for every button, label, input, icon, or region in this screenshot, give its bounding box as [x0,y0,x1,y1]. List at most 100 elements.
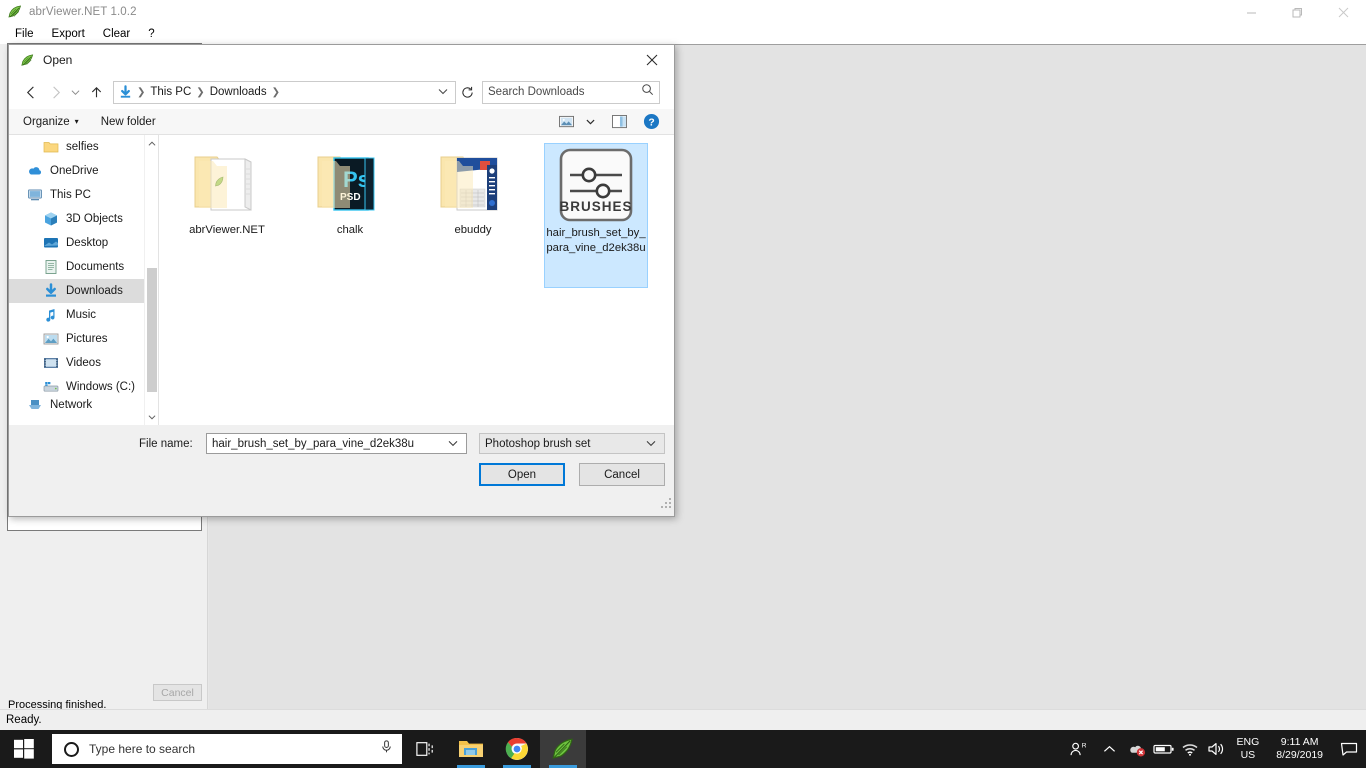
downloads-arrow-icon [43,283,59,299]
screen: abrViewer.NET 1.0.2 File Export Clear ? … [0,0,1366,768]
breadcrumb-this-pc[interactable]: This PC [147,86,194,98]
back-button[interactable] [19,80,43,104]
sidebar-item-documents[interactable]: Documents [9,255,158,279]
scrollbar-thumb[interactable] [147,268,157,392]
dialog-footer: File name: hair_brush_set_by_para_vine_d… [9,425,674,511]
chevron-up-icon[interactable] [1095,730,1125,768]
volume-icon[interactable] [1203,730,1229,768]
sidebar-item-desktop[interactable]: Desktop [9,231,158,255]
list-item[interactable]: Ps PSD chalk [298,143,402,288]
taskbar-search-input[interactable]: Type here to search [89,742,379,756]
list-item[interactable]: ebuddy [421,143,525,288]
pictures-icon [43,331,59,347]
view-options-icon[interactable] [559,115,575,129]
organize-button[interactable]: Organize ▾ [23,116,79,128]
list-item-selected[interactable]: BRUSHES hair_brush_set_by_para_vine_d2ek… [544,143,648,288]
language-indicator[interactable]: ENG US [1229,730,1268,768]
wifi-icon[interactable] [1177,730,1203,768]
abrviewer-taskbar-icon[interactable] [540,730,586,768]
downloads-arrow-icon [118,84,133,100]
task-view-icon[interactable] [402,730,448,768]
chevron-down-icon[interactable] [433,86,453,98]
help-icon[interactable]: ? [643,113,660,130]
preview-pane-icon[interactable] [612,114,627,129]
battery-icon[interactable] [1151,730,1177,768]
sidebar-item-onedrive[interactable]: OneDrive [9,159,158,183]
brushes-thumb-text: BRUSHES [559,199,632,214]
svg-text:R: R [1082,742,1086,749]
scroll-up-arrow[interactable] [145,135,158,152]
people-icon[interactable]: R [1061,730,1095,768]
file-name-value: hair_brush_set_by_para_vine_d2ek38u [212,437,415,450]
resize-grip[interactable] [659,496,671,508]
search-box[interactable]: Search Downloads [482,80,660,104]
desktop-icon [43,235,59,251]
chrome-icon[interactable] [494,730,540,768]
menu-clear[interactable]: Clear [94,26,139,42]
language-line-1: ENG [1236,736,1260,748]
sidebar-item-music[interactable]: Music [9,303,158,327]
music-note-icon [43,307,59,323]
search-input[interactable]: Search Downloads [488,86,641,98]
new-folder-button[interactable]: New folder [101,116,156,128]
file-name-input[interactable]: hair_brush_set_by_para_vine_d2ek38u [206,433,467,454]
minimize-button[interactable] [1228,0,1274,24]
leaf-brush-icon [7,4,23,20]
file-explorer-icon[interactable] [448,730,494,768]
scroll-down-arrow[interactable] [145,408,158,425]
forward-button[interactable] [43,80,67,104]
svg-text:?: ? [648,117,654,128]
close-button[interactable] [1320,0,1366,24]
sidebar-item-selfies[interactable]: selfies [9,135,158,159]
clock[interactable]: 9:11 AM 8/29/2019 [1267,730,1332,768]
menu-export[interactable]: Export [43,26,94,42]
open-button[interactable]: Open [479,463,565,486]
navigation-scrollbar[interactable] [144,135,158,425]
windows-logo-icon[interactable] [0,730,48,768]
sidebar-item-this-pc[interactable]: This PC [9,183,158,207]
language-line-2: US [1240,749,1256,761]
onedrive-cloud-icon [27,163,43,179]
sidebar-item-network[interactable]: Network [9,399,158,411]
sidebar-item-downloads[interactable]: Downloads [9,279,158,303]
app-menubar: File Export Clear ? [0,24,1366,44]
sidebar-item-label: Desktop [66,237,109,249]
close-icon[interactable] [629,45,674,75]
restore-button[interactable] [1274,0,1320,24]
this-pc-icon [27,187,43,203]
sidebar-item-videos[interactable]: Videos [9,351,158,375]
sidebar-item-label: selfies [66,141,99,153]
sidebar-item-3d-objects[interactable]: 3D Objects [9,207,158,231]
command-bar-right: ? [559,113,660,131]
cancel-button[interactable]: Cancel [579,463,665,486]
system-tray: R [1061,730,1366,768]
sidebar-item-windows-c[interactable]: Windows (C:) [9,375,158,399]
dialog-title: Open [43,53,73,67]
address-bar[interactable]: ❯ This PC ❯ Downloads ❯ [113,80,456,104]
app-titlebar: abrViewer.NET 1.0.2 [0,0,1366,24]
app-statusbar: Ready. [0,709,1366,730]
sidebar-item-pictures[interactable]: Pictures [9,327,158,351]
dialog-titlebar: Open [9,45,674,75]
sidebar-item-label: Videos [66,357,101,369]
file-list-pane[interactable]: abrViewer.NET Ps PSD chalk ebuddy BRUSHE… [158,135,674,425]
processing-cancel-button: Cancel [153,684,202,701]
up-button[interactable] [84,80,108,104]
chevron-down-icon[interactable] [448,438,464,450]
menu-file[interactable]: File [6,26,43,42]
clock-time: 9:11 AM [1280,736,1319,748]
taskbar-search-box[interactable]: Type here to search [52,734,402,764]
breadcrumb-downloads[interactable]: Downloads [207,86,270,98]
file-type-select[interactable]: Photoshop brush set [479,433,665,454]
folder-with-psd-icon: Ps PSD [312,147,388,215]
chevron-down-icon[interactable] [586,113,595,131]
action-center-icon[interactable] [1332,730,1366,768]
onedrive-error-icon[interactable] [1125,730,1151,768]
microphone-icon[interactable] [379,739,394,759]
menu-help[interactable]: ? [139,26,163,42]
clock-date: 8/29/2019 [1276,749,1323,761]
refresh-icon[interactable] [456,81,478,104]
chevron-down-icon[interactable] [646,438,662,450]
list-item[interactable]: abrViewer.NET [175,143,279,288]
recent-locations-button[interactable] [67,80,84,104]
